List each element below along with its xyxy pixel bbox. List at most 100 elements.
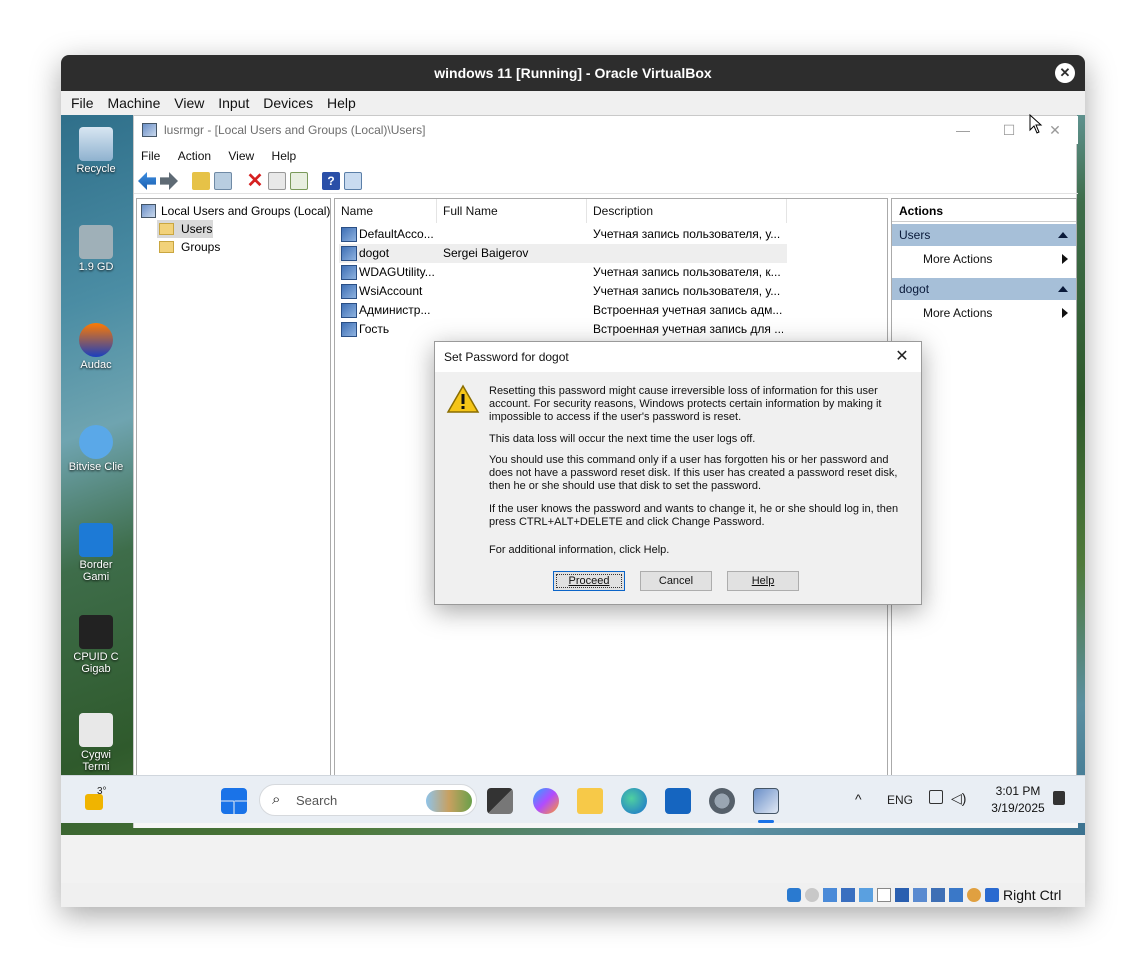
search-icon: ⌕ [272,791,281,808]
toolbar: ✕ ? [134,168,1078,194]
section-title: Users [899,228,931,242]
console-tree: Local Users and Groups (Local) Users Gro… [136,198,331,804]
back-arrow-icon[interactable] [138,172,156,190]
properties-icon[interactable] [268,172,286,190]
show-hide-action-pane-icon[interactable] [344,172,362,190]
active-app-indicator [758,820,774,823]
desktop-icon-recycle-bin[interactable]: Recycle [67,127,125,175]
network-icon[interactable] [929,790,943,804]
menu-action[interactable]: Action [171,145,218,167]
microsoft-store-icon[interactable] [665,788,691,814]
more-actions-dogot[interactable]: More Actions [892,302,1076,324]
tree-item-groups[interactable]: Groups [157,238,237,256]
desktop-icon-borderless-gaming[interactable]: Border Gami [67,523,125,583]
delete-icon[interactable]: ✕ [246,171,264,191]
keyboard-capture-icon[interactable] [985,888,999,902]
desktop-icon-audacity[interactable]: Audac [67,323,125,371]
notification-icon[interactable] [1053,791,1065,805]
virtualbox-window: windows 11 [Running] - Oracle VirtualBox… [61,55,1085,907]
desktop-icon-cygwin[interactable]: Cygwi Termi [67,713,125,773]
cygwin-icon [79,713,113,747]
weather-widget[interactable]: 3° [81,786,125,816]
tree-root[interactable]: Local Users and Groups (Local) [141,202,331,220]
desktop-icon-label: Border Gami [79,559,113,583]
vbox-title-bar: windows 11 [Running] - Oracle VirtualBox… [61,55,1085,91]
windows-start-icon[interactable] [221,788,247,814]
maximize-icon[interactable]: ☐ [986,116,1032,144]
vbox-menu-machine[interactable]: Machine [102,91,165,115]
submenu-arrow-icon [1062,308,1068,318]
column-header-full-name[interactable]: Full Name [437,199,587,223]
vbox-menu-file[interactable]: File [61,91,99,115]
vbox-menu-view[interactable]: View [169,91,209,115]
network-adapter-icon[interactable] [841,888,855,902]
audio-icon[interactable] [823,888,837,902]
file-explorer-icon[interactable] [577,788,603,814]
table-row[interactable]: Администр... Встроенная учетная запись а… [339,301,787,320]
menu-view[interactable]: View [221,145,261,167]
minimize-icon[interactable]: — [940,116,986,144]
column-header-description[interactable]: Description [587,199,787,223]
guest-desktop: Recycle 1.9 GD Audac Bitvise Clie Border… [61,115,1085,835]
more-actions-users[interactable]: More Actions [892,248,1076,270]
vm-state-icon[interactable] [931,888,945,902]
shared-folders-icon[interactable] [877,888,891,902]
menu-file[interactable]: File [134,145,167,167]
export-list-icon[interactable] [290,172,308,190]
settings-gear-icon[interactable] [709,788,735,814]
search-box[interactable]: ⌕ Search [259,784,477,816]
desktop-icon-label: Recycle [76,163,116,175]
vbox-title: windows 11 [Running] - Oracle VirtualBox [434,65,712,81]
mouse-integration-icon[interactable] [967,888,981,902]
cell-name: WDAGUtility... [359,265,435,279]
help-icon[interactable]: ? [322,172,340,190]
more-actions-label: More Actions [923,306,993,320]
menu-help[interactable]: Help [265,145,304,167]
language-indicator[interactable]: ENG [887,793,913,807]
hard-disk-icon[interactable] [787,888,801,902]
forward-arrow-icon[interactable] [160,172,178,190]
cell-description: Учетная запись пользователя, у... [593,284,781,298]
column-header-name[interactable]: Name [335,199,437,223]
actions-section-users[interactable]: Users [892,224,1076,246]
chevron-up-icon[interactable]: ^ [855,791,862,807]
close-icon[interactable]: ✕ [891,346,913,368]
vbox-menu-input[interactable]: Input [213,91,254,115]
show-hide-tree-icon[interactable] [214,172,232,190]
help-button[interactable]: Help [727,571,799,591]
optical-drive-icon[interactable] [805,888,819,902]
vbox-menu-devices[interactable]: Devices [258,91,318,115]
table-row[interactable]: WDAGUtility... Учетная запись пользовате… [339,263,787,282]
usb-icon[interactable] [859,888,873,902]
table-row[interactable]: dogot Sergei Baigerov [339,244,787,263]
table-row[interactable]: WsiAccount Учетная запись пользователя, … [339,282,787,301]
task-view-icon[interactable] [487,788,513,814]
submenu-arrow-icon [1062,254,1068,264]
copilot-icon[interactable] [533,788,559,814]
clock-time[interactable]: 3:01 PM [987,784,1049,798]
close-icon[interactable]: ✕ [1055,63,1075,83]
borderless-gaming-icon [79,523,113,557]
cell-name: Администр... [359,303,431,317]
table-row[interactable]: DefaultAcco... Учетная запись пользовате… [339,225,787,244]
edge-browser-icon[interactable] [621,788,647,814]
vbox-menu-help[interactable]: Help [322,91,361,115]
tree-root-label: Local Users and Groups (Local) [161,204,331,218]
volume-icon[interactable]: ◁) [951,790,966,807]
clock-date[interactable]: 3/19/2025 [981,801,1055,815]
actions-section-dogot[interactable]: dogot [892,278,1076,300]
computer-management-icon[interactable] [753,788,779,814]
cpu-icon[interactable] [949,888,963,902]
table-row[interactable]: Гость Встроенная учетная запись для ... [339,320,787,339]
desktop-icon-gd[interactable]: 1.9 GD [67,225,125,273]
recording-icon[interactable] [913,888,927,902]
desktop-icon-cpuid[interactable]: CPUID C Gigab [67,615,125,675]
tree-item-users[interactable]: Users [157,220,213,238]
desktop-icon-bitvise[interactable]: Bitvise Clie [67,425,125,473]
up-folder-icon[interactable] [192,172,210,190]
dialog-paragraph-5: For additional information, click Help. [489,544,670,556]
proceed-button[interactable]: Proceed [553,571,625,591]
display-icon[interactable] [895,888,909,902]
lusrmgr-title: lusrmgr - [Local Users and Groups (Local… [164,123,426,137]
cancel-button[interactable]: Cancel [640,571,712,591]
